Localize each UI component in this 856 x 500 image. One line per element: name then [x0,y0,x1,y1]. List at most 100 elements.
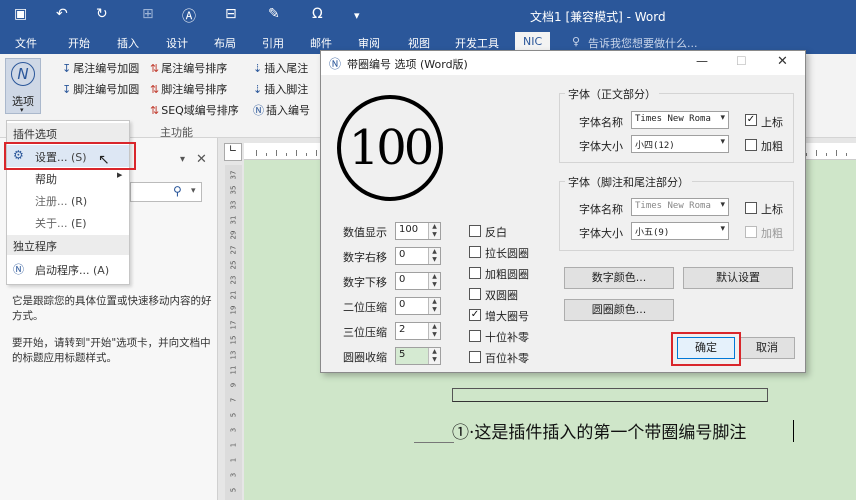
chevron-down-icon[interactable]: ▾ [191,186,196,196]
insert-endnote-button[interactable]: ⇣ 插入尾注 [253,60,308,76]
body-superscript-checkbox[interactable]: ✓ [745,114,757,126]
stretch-circle-checkbox[interactable] [469,246,481,258]
tab-view[interactable]: 视图 [408,35,430,51]
minimize-icon[interactable]: — [696,54,708,68]
spinner-arrows-icon[interactable]: ▲ ▼ [428,348,440,364]
chevron-down-icon: ▾ [720,224,725,234]
pane-options-icon[interactable]: ▾ [180,154,185,165]
endnote-sort-button[interactable]: ⇅ 尾注编号排序 [150,60,227,76]
seq-sort-button[interactable]: ⇅ SEQ域编号排序 [150,102,239,118]
table-insert-icon[interactable]: ⊟ [225,6,237,22]
option-label: 加粗圆圈 [485,268,529,281]
tab-mailings[interactable]: 邮件 [310,35,332,51]
body-bold-checkbox[interactable] [745,139,757,151]
close-icon[interactable]: ✕ [196,152,207,167]
spinner-arrows-icon[interactable]: ▲ ▼ [428,273,440,289]
tab-layout[interactable]: 布局 [214,35,236,51]
chevron-down-icon: ▾ [20,106,24,114]
ruler-tick [266,153,267,156]
ruler-tick [256,150,257,156]
ruler-number: 35 [229,185,238,195]
options-button[interactable]: N 选项 ▾ [5,58,41,114]
param-label: 数字右移 [343,251,387,264]
menu-item-help[interactable]: 帮助 ▶ [7,167,129,189]
invert-checkbox[interactable] [469,225,481,237]
circle-color-button[interactable]: 圆圈颜色... [564,299,674,321]
save-icon[interactable]: ▣ [14,6,27,22]
ruler-number: 11 [229,365,238,375]
search-input[interactable]: ⚲ ▾ [130,182,202,202]
ruler-number: 19 [229,305,238,315]
circle-shrink-spinner[interactable]: 5 ▲ ▼ [395,347,441,365]
close-icon[interactable]: ✕ [777,54,788,69]
ruler-number: 37 [229,170,238,180]
default-settings-button[interactable]: 默认设置 [683,267,793,289]
note-font-size-select[interactable]: 小五(9) ▾ [631,222,729,240]
redo-icon[interactable]: ↻ [96,6,108,22]
footnote-sort-button[interactable]: ⇅ 脚注编号排序 [150,81,227,97]
table-icon[interactable]: ⊞ [142,6,154,22]
spinner-arrows-icon[interactable]: ▲ ▼ [428,323,440,339]
shift-down-spinner[interactable]: 0 ▲ ▼ [395,272,441,290]
tell-me-box[interactable]: 告诉我您想要做什么... [588,35,698,51]
vertical-ruler[interactable]: 37 35 33 31 29 27 25 23 21 19 17 15 13 11 9 7 5 3 1 1 3 5 [225,165,242,500]
footnote-separator [452,388,768,402]
undo-icon[interactable]: ↶ [56,6,68,22]
tens-zero-pad-checkbox[interactable] [469,330,481,342]
endnote-circle-button[interactable]: ↧ 尾注编号加圆 [62,60,139,76]
ruler-tick [306,153,307,156]
search-icon[interactable]: ⚲ [173,184,182,198]
tab-design[interactable]: 设计 [166,35,188,51]
shift-right-spinner[interactable]: 0 ▲ ▼ [395,247,441,265]
tab-selector-icon[interactable]: ∟ [224,143,242,161]
three-digit-compress-spinner[interactable]: 2 ▲ ▼ [395,322,441,340]
ruler-number: 17 [229,320,238,330]
dialog-title: 带圈编号 选项 (Word版) [347,58,468,71]
chevron-down-icon: ▾ [720,113,725,123]
spinner-arrows-icon[interactable]: ▲ ▼ [428,298,440,314]
note-font-name-select[interactable]: Times New Roma ▾ [631,198,729,216]
note-superscript-checkbox[interactable] [745,202,757,214]
menu-item-register[interactable]: 注册... (R) [7,189,129,211]
highlight-box-settings [4,142,136,170]
ruler-tick [316,150,317,156]
insert-number-button[interactable]: Ⓝ 插入编号 [253,102,310,118]
spinner-arrows-icon[interactable]: ▲ ▼ [428,248,440,264]
margin-mark [414,442,454,443]
symbol-icon[interactable]: Ω [312,6,323,22]
mouse-cursor-icon: ↖ [98,152,110,168]
ruler-number: 1 [229,442,238,448]
spinner-arrows-icon[interactable]: ▲ ▼ [428,223,440,239]
menu-item-launch[interactable]: Ⓝ 启动程序... (A) [7,258,129,280]
ruler-number: 31 [229,215,238,225]
body-font-size-select[interactable]: 小四(12) ▾ [631,135,729,153]
enlarge-circle-checkbox[interactable]: ✓ [469,309,481,321]
footnote-circle-button[interactable]: ↧ 脚注编号加圆 [62,81,139,97]
double-circle-checkbox[interactable] [469,288,481,300]
bold-circle-checkbox[interactable] [469,267,481,279]
maximize-icon: ☐ [736,54,747,68]
text-cursor [793,420,794,442]
font-name-label: 字体名称 [579,203,623,216]
text-box-icon[interactable]: Ⓐ [182,6,196,26]
tab-developer[interactable]: 开发工具 [455,35,499,51]
digit-color-button[interactable]: 数字颜色... [564,267,674,289]
footnote-text[interactable]: ①·这是插件插入的第一个带圈编号脚注 [452,418,746,443]
customize-icon[interactable]: ▾ [354,9,360,22]
tab-insert[interactable]: 插入 [117,35,139,51]
hundreds-zero-pad-checkbox[interactable] [469,351,481,363]
tab-home[interactable]: 开始 [68,35,90,51]
tab-references[interactable]: 引用 [262,35,284,51]
tab-file[interactable]: 文件 [15,35,37,51]
cancel-button[interactable]: 取消 [739,337,795,359]
insert-footnote-button[interactable]: ⇣ 插入脚注 [253,81,308,97]
tab-review[interactable]: 审阅 [358,35,380,51]
menu-item-about[interactable]: 关于... (E) [7,211,129,233]
body-font-name-select[interactable]: Times New Roma ▾ [631,111,729,129]
two-digit-compress-spinner[interactable]: 0 ▲ ▼ [395,297,441,315]
format-painter-icon[interactable]: ✎ [268,6,280,22]
value-display-spinner[interactable]: 100 ▲ ▼ [395,222,441,240]
font-name-label: 字体名称 [579,116,623,129]
font-size-label: 字体大小 [579,227,623,240]
chevron-down-icon: ▾ [720,200,725,210]
